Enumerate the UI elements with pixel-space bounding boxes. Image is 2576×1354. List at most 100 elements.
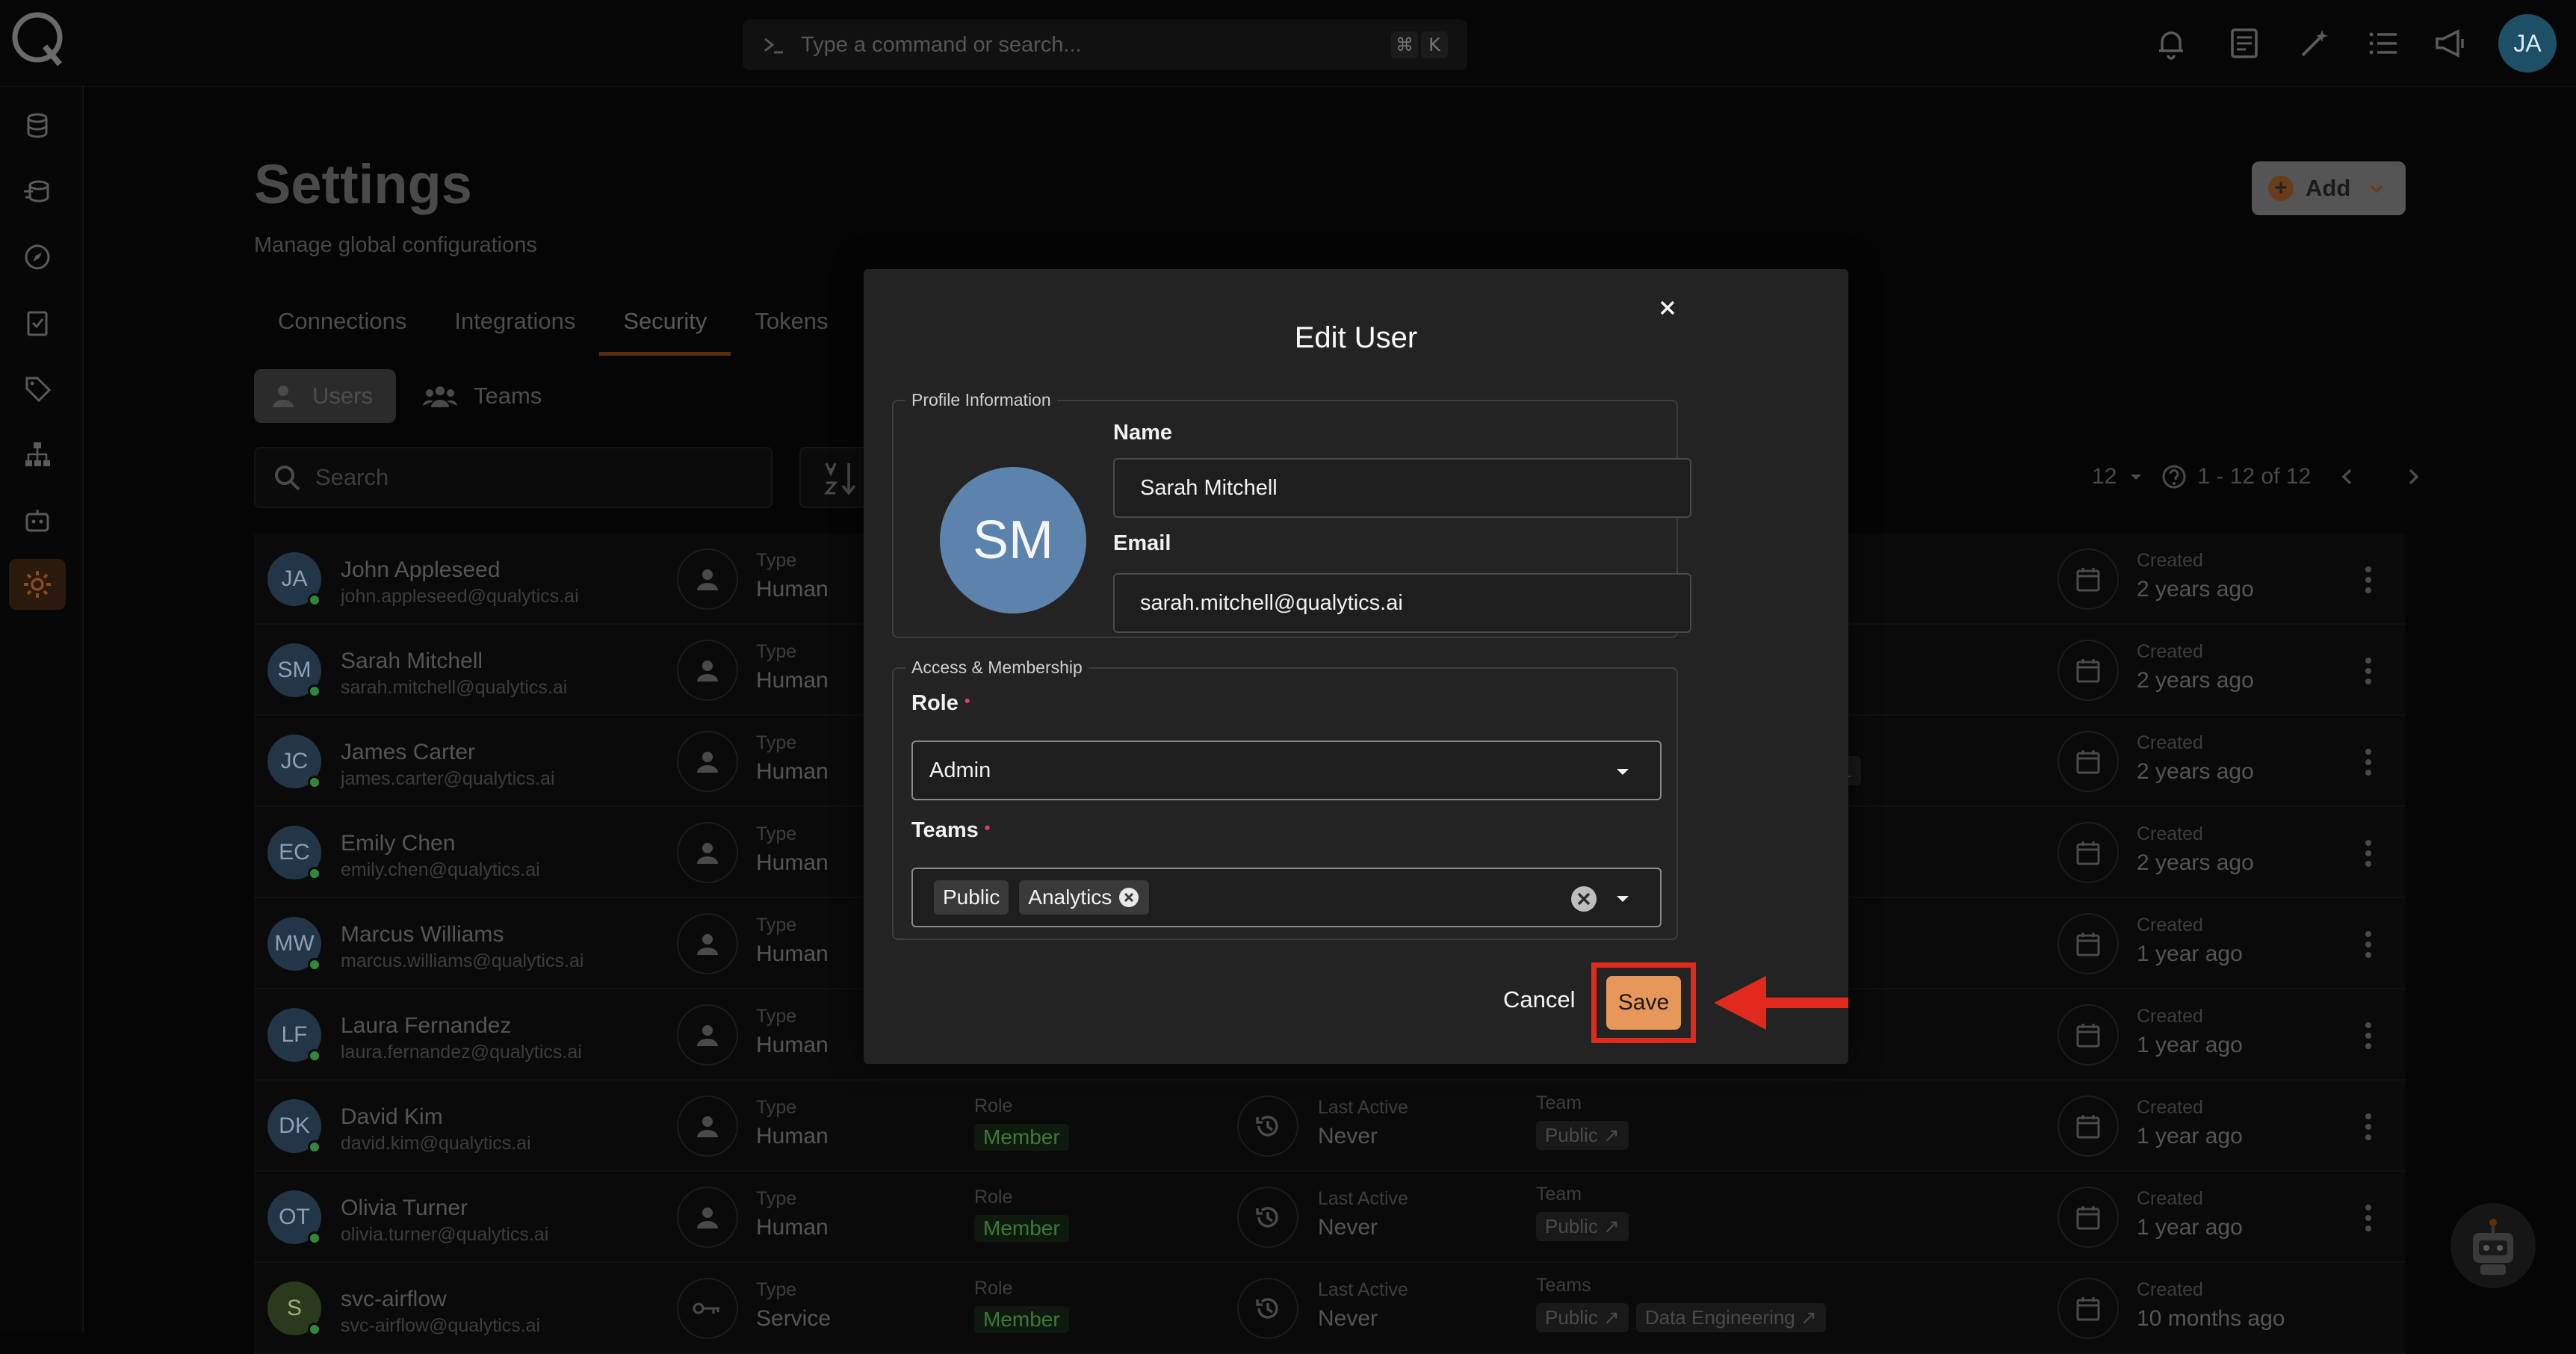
tab-tokens[interactable]: Tokens: [731, 303, 852, 356]
type-value: Human: [756, 668, 829, 693]
team-chip-label: Analytics: [1028, 885, 1112, 909]
sidebar-item-checks[interactable]: [18, 303, 57, 342]
teams-multiselect[interactable]: Public Analytics: [911, 868, 1662, 927]
compass-icon: [25, 244, 50, 270]
team-label: Teams: [1536, 1275, 1591, 1296]
kebab-menu-icon[interactable]: [2353, 563, 2383, 596]
page-size-value[interactable]: 12: [2092, 464, 2117, 489]
tab-security[interactable]: Security: [599, 303, 731, 356]
profile-information-section: Profile Information SM Name Sarah Mitche…: [892, 390, 1691, 638]
cancel-button[interactable]: Cancel: [1503, 986, 1576, 1013]
kebab-menu-icon[interactable]: [2353, 1202, 2383, 1234]
arrow-left-annotation-icon: [1714, 976, 1848, 1030]
megaphone-icon[interactable]: [2431, 24, 2470, 63]
caret-down-icon[interactable]: [2127, 468, 2145, 486]
calendar-icon: [2058, 1095, 2119, 1157]
user-email: olivia.turner@qualytics.ai: [341, 1224, 549, 1245]
table-row[interactable]: DK David Kim david.kim@qualytics.ai Type…: [254, 1081, 2406, 1172]
email-field[interactable]: sarah.mitchell@qualytics.ai: [1113, 573, 1691, 633]
created-label: Created: [2137, 1188, 2203, 1209]
robot-icon: [2473, 1219, 2513, 1275]
kebab-menu-icon[interactable]: [2353, 655, 2383, 687]
team-chip[interactable]: Public ↗: [1536, 1121, 1636, 1150]
search-placeholder: Search: [315, 464, 389, 490]
command-search-bar[interactable]: Type a command or search... ⌘ K: [743, 19, 1467, 70]
tab-connections[interactable]: Connections: [254, 303, 430, 356]
sidebar-item-agents[interactable]: [18, 501, 57, 540]
document-icon[interactable]: [2225, 24, 2264, 63]
user-name: Emily Chen: [341, 831, 456, 856]
app-logo-icon[interactable]: [7, 7, 70, 70]
required-marker: •: [984, 818, 991, 837]
created-label: Created: [2137, 915, 2203, 936]
sidebar-item-tags[interactable]: [18, 369, 57, 408]
sidebar-item-explore[interactable]: [18, 238, 57, 276]
close-icon[interactable]: [1651, 291, 1684, 324]
teams-label-text: Teams: [911, 818, 979, 842]
profile-section-legend: Profile Information: [911, 390, 1051, 409]
type-value: Human: [756, 1124, 829, 1149]
table-row[interactable]: OT Olivia Turner olivia.turner@qualytics…: [254, 1172, 2406, 1263]
calendar-icon: [2058, 1278, 2119, 1339]
created-label: Created: [2137, 641, 2203, 662]
teams-label: Teams •: [911, 818, 990, 843]
team-chip[interactable]: Public ↗: [1536, 1303, 1629, 1332]
segment-users[interactable]: Users: [254, 369, 396, 423]
person-icon: [677, 913, 738, 974]
user-avatar[interactable]: JA: [2498, 14, 2557, 72]
name-field[interactable]: Sarah Mitchell: [1113, 458, 1691, 518]
kebab-menu-icon[interactable]: [2353, 1019, 2383, 1052]
team-chip[interactable]: Public ↗: [1536, 1212, 1636, 1241]
kebab-menu-icon[interactable]: [2353, 746, 2383, 779]
add-button[interactable]: + Add: [2252, 161, 2406, 215]
magic-wand-icon[interactable]: [2295, 24, 2334, 63]
clear-all-icon[interactable]: [1569, 884, 1599, 914]
kebab-menu-icon[interactable]: [2353, 928, 2383, 961]
user-email: emily.chen@qualytics.ai: [341, 859, 540, 880]
list-icon[interactable]: [2364, 24, 2403, 63]
sidebar-item-hierarchy[interactable]: [18, 435, 57, 474]
sidebar-item-datastores[interactable]: [18, 106, 57, 145]
person-icon: [677, 640, 738, 701]
table-row[interactable]: S svc-airflow svc-airflow@qualytics.ai T…: [254, 1263, 2406, 1354]
online-status-dot: [308, 1231, 321, 1245]
last-active-label: Last Active: [1318, 1188, 1408, 1209]
page-title: Settings: [254, 153, 472, 215]
chevron-left-icon[interactable]: [2336, 466, 2359, 488]
assistant-bot-button[interactable]: [2450, 1203, 2536, 1288]
search-input[interactable]: Search: [254, 447, 773, 508]
online-status-dot: [308, 776, 321, 789]
team-chip[interactable]: Data Engineering ↗: [1635, 1303, 1826, 1332]
kebab-menu-icon[interactable]: [2353, 837, 2383, 870]
remove-chip-icon[interactable]: [1118, 886, 1140, 909]
caret-down-icon[interactable]: [1611, 887, 1635, 911]
online-status-dot: [308, 1140, 321, 1154]
pagination: 12 1 - 12 of 12: [2092, 454, 2424, 499]
created-label: Created: [2137, 1097, 2203, 1118]
bell-icon[interactable]: [2152, 24, 2190, 63]
sidebar-item-settings[interactable]: [9, 559, 66, 610]
sidebar-item-layers[interactable]: [18, 172, 57, 211]
role-select[interactable]: Admin: [911, 741, 1662, 800]
help-circle-icon[interactable]: [2161, 464, 2187, 489]
online-status-dot: [308, 958, 321, 971]
created-value: 1 year ago: [2137, 1215, 2243, 1240]
tag-icon: [25, 377, 52, 403]
created-value: 2 years ago: [2137, 668, 2254, 693]
online-status-dot: [308, 593, 321, 607]
user-name: Sarah Mitchell: [341, 649, 483, 673]
team-chip-label: Public: [943, 885, 1000, 909]
chevron-right-icon[interactable]: [2402, 466, 2424, 488]
role-select-value: Admin: [929, 758, 991, 782]
kebab-menu-icon[interactable]: [2353, 1110, 2383, 1143]
type-value: Human: [756, 850, 829, 875]
caret-down-icon: [1617, 769, 1629, 775]
segment-teams[interactable]: Teams: [418, 369, 568, 423]
role-label: Role: [974, 1095, 1013, 1116]
save-button[interactable]: Save: [1606, 976, 1681, 1030]
user-email: david.kim@qualytics.ai: [341, 1133, 531, 1154]
user-email: james.carter@qualytics.ai: [341, 768, 555, 789]
history-icon: [1237, 1095, 1298, 1157]
tab-integrations[interactable]: Integrations: [430, 303, 599, 356]
terminal-prompt-icon: [764, 37, 783, 54]
